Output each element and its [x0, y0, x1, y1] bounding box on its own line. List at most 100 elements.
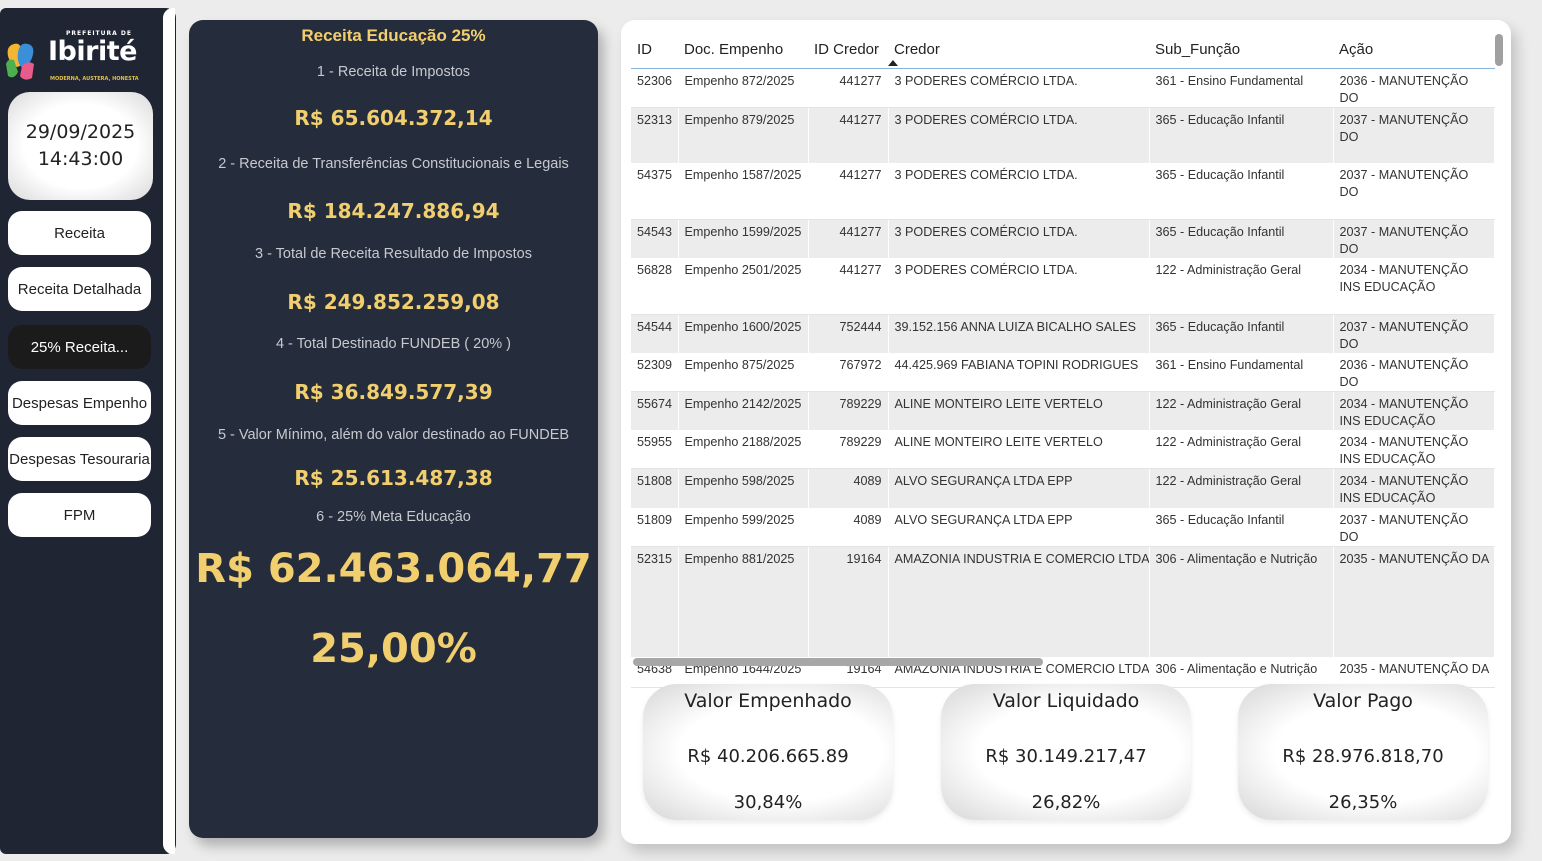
column-header-credor-label: Credor: [894, 41, 940, 59]
sidebar-divider: [163, 8, 175, 854]
hands-logo-icon: [6, 43, 34, 80]
cell-id: 52315: [631, 546, 679, 657]
kpi-label-1: 1 - Receita de Impostos: [316, 64, 471, 80]
card-valor-liquidado: Valor Liquidado R$ 30.149.217,47 26,82%: [941, 684, 1191, 820]
expenses-panel: ID Doc. Empenho ID Credor Credor Sub_Fun…: [621, 20, 1511, 844]
kpi-value-5: R$ 25.613.487,38: [294, 466, 493, 490]
cell-acao: 2034 - MANUTENÇÃO INS EDUCAÇÃO: [1333, 257, 1495, 315]
cell-id-credor: 4089: [808, 468, 889, 508]
cell-credor: 3 PODERES COMÉRCIO LTDA.: [888, 107, 1150, 163]
card-value: R$ 28.976.818,70: [1282, 746, 1444, 767]
column-header-id-credor[interactable]: ID Credor: [808, 32, 888, 69]
table-row[interactable]: 55674 Empenho 2142/2025 789229 ALINE MONTEI…: [631, 391, 1495, 430]
cell-doc-empenho: Empenho 1599/2025: [678, 219, 809, 258]
cell-acao: 2037 - MANUTENÇÃO DO: [1333, 314, 1495, 353]
cell-id-credor: 441277: [808, 107, 889, 163]
kpi-value-6: R$ 62.463.064,77: [195, 546, 592, 592]
kpi-value-3: R$ 249.852.259,08: [287, 290, 500, 314]
table-row[interactable]: 56828 Empenho 2501/2025 441277 3 PODERES CO…: [631, 257, 1495, 315]
card-title: Valor Liquidado: [992, 690, 1140, 712]
column-header-sub-funcao[interactable]: Sub_Função: [1149, 32, 1333, 69]
cell-credor: ALINE MONTEIRO LEITE VERTELO: [888, 430, 1150, 469]
nav-receita-button[interactable]: Receita: [8, 211, 151, 255]
cell-sub-funcao: 122 - Administração Geral: [1149, 468, 1334, 508]
kpi-percent: 25,00%: [310, 626, 477, 672]
card-valor-pago: Valor Pago R$ 28.976.818,70 26,35%: [1238, 684, 1488, 820]
cell-acao: 2036 - MANUTENÇÃO DO: [1333, 353, 1495, 392]
table-row[interactable]: 54375 Empenho 1587/2025 441277 3 PODERES CO…: [631, 163, 1495, 220]
kpi-label-3: 3 - Total de Receita Resultado de Impost…: [254, 246, 532, 262]
cell-credor: ALVO SEGURANÇA LTDA EPP: [888, 507, 1150, 547]
table-row[interactable]: 54544 Empenho 1600/2025 752444 39.152.156 A…: [631, 314, 1495, 353]
cell-doc-empenho: Empenho 2142/2025: [678, 391, 809, 430]
cell-id-credor: 441277: [808, 68, 889, 108]
table-row[interactable]: 52306 Empenho 872/2025 441277 3 PODERES COM…: [631, 68, 1495, 108]
cell-acao: 2034 - MANUTENÇÃO INS EDUCAÇÃO: [1333, 430, 1495, 469]
nav-despesas-empenho-button[interactable]: Despesas Empenho: [8, 381, 151, 425]
table-row[interactable]: 51809 Empenho 599/2025 4089 ALVO SEGURANÇA …: [631, 507, 1495, 547]
card-title: Valor Empenhado: [684, 690, 852, 712]
cell-sub-funcao: 306 - Alimentação e Nutrição: [1149, 657, 1334, 688]
cell-id-credor: 441277: [808, 219, 889, 258]
card-valor-empenhado: Valor Empenhado R$ 40.206.665.89 30,84%: [643, 684, 893, 820]
cell-id-credor: 789229: [808, 391, 889, 430]
cell-acao: 2037 - MANUTENÇÃO DO: [1333, 163, 1495, 220]
education-revenue-panel: Receita Educação 25% 1 - Receita de Impo…: [189, 20, 598, 838]
card-title: Valor Pago: [1313, 690, 1413, 712]
nav-despesas-tesouraria-button[interactable]: Despesas Tesouraria: [8, 437, 151, 481]
cell-credor: ALVO SEGURANÇA LTDA EPP: [888, 468, 1150, 508]
table-row[interactable]: 52313 Empenho 879/2025 441277 3 PODERES COM…: [631, 107, 1495, 163]
cell-doc-empenho: Empenho 1587/2025: [678, 163, 809, 220]
cell-acao: 2034 - MANUTENÇÃO INS EDUCAÇÃO: [1333, 391, 1495, 430]
cell-id: 54543: [631, 219, 679, 258]
cell-id: 55674: [631, 391, 679, 430]
cell-id: 55955: [631, 430, 679, 469]
table-row[interactable]: 52315 Empenho 881/2025 19164 AMAZONIA INDUS…: [631, 546, 1495, 657]
cell-credor: 3 PODERES COMÉRCIO LTDA.: [888, 219, 1150, 258]
kpi-label-6: 6 - 25% Meta Educação: [316, 509, 471, 525]
cell-credor: 39.152.156 ANNA LUIZA BICALHO SALES: [888, 314, 1150, 353]
cell-id: 54544: [631, 314, 679, 353]
cell-sub-funcao: 365 - Educação Infantil: [1149, 163, 1334, 220]
vertical-scrollbar[interactable]: [1495, 34, 1503, 66]
cell-id-credor: 789229: [808, 430, 889, 469]
cell-doc-empenho: Empenho 872/2025: [678, 68, 809, 108]
cell-acao: 2037 - MANUTENÇÃO DO: [1333, 219, 1495, 258]
kpi-value-4: R$ 36.849.577,39: [294, 380, 493, 404]
cell-doc-empenho: Empenho 599/2025: [678, 507, 809, 547]
cell-sub-funcao: 122 - Administração Geral: [1149, 257, 1334, 315]
sort-ascending-icon: [888, 59, 898, 66]
table-row[interactable]: 52309 Empenho 875/2025 767972 44.425.969 FA…: [631, 353, 1495, 392]
column-header-id[interactable]: ID: [631, 32, 678, 69]
cell-id-credor: 752444: [808, 314, 889, 353]
table-row[interactable]: 51808 Empenho 598/2025 4089 ALVO SEGURANÇA …: [631, 468, 1495, 508]
card-percent: 26,35%: [1328, 792, 1398, 813]
column-header-acao[interactable]: Ação: [1333, 32, 1494, 69]
cell-doc-empenho: Empenho 2188/2025: [678, 430, 809, 469]
cell-id-credor: 4089: [808, 507, 889, 547]
cell-sub-funcao: 306 - Alimentação e Nutrição: [1149, 546, 1334, 657]
cell-doc-empenho: Empenho 598/2025: [678, 468, 809, 508]
empenho-table: ID Doc. Empenho ID Credor Credor Sub_Fun…: [631, 32, 1495, 688]
card-value: R$ 30.149.217,47: [985, 746, 1147, 767]
card-percent: 30,84%: [733, 792, 803, 813]
cell-credor: 3 PODERES COMÉRCIO LTDA.: [888, 257, 1150, 315]
table-row[interactable]: 55955 Empenho 2188/2025 789229 ALINE MONTEI…: [631, 430, 1495, 469]
horizontal-scrollbar[interactable]: [633, 658, 1043, 666]
nav-fpm-button[interactable]: FPM: [8, 493, 151, 537]
cell-acao: 2035 - MANUTENÇÃO DA: [1333, 657, 1495, 688]
column-header-doc-empenho[interactable]: Doc. Empenho: [678, 32, 808, 69]
cell-credor: 3 PODERES COMÉRCIO LTDA.: [888, 68, 1150, 108]
logo-name: Ibirité: [48, 36, 137, 67]
cell-sub-funcao: 122 - Administração Geral: [1149, 391, 1334, 430]
current-time: 14:43:00: [37, 148, 124, 170]
table-row[interactable]: 54543 Empenho 1599/2025 441277 3 PODERES CO…: [631, 219, 1495, 258]
cell-doc-empenho: Empenho 1600/2025: [678, 314, 809, 353]
kpi-value-1: R$ 65.604.372,14: [294, 106, 493, 130]
cell-id-credor: 441277: [808, 257, 889, 315]
cell-id-credor: 19164: [808, 546, 889, 657]
nav-25-receita-button[interactable]: 25% Receita...: [8, 325, 151, 369]
current-date: 29/09/2025: [25, 121, 136, 143]
nav-receita-detalhada-button[interactable]: Receita Detalhada: [8, 267, 151, 311]
column-header-credor[interactable]: Credor: [888, 32, 1149, 69]
